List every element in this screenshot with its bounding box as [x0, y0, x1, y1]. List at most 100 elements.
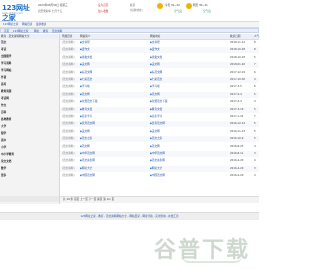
- row-directory[interactable]: [范文资料]: [62, 41, 74, 44]
- sidebar-item[interactable]: 出国留学: [1, 55, 11, 58]
- row-count: 7: [254, 115, 256, 118]
- row-url-link[interactable]: 中华范文网: [150, 152, 165, 156]
- row-directory[interactable]: [范文资料]: [62, 137, 74, 140]
- row-directory[interactable]: [范文资料]: [62, 71, 74, 74]
- row-title-link[interactable]: 中国范文网: [80, 174, 95, 178]
- row-title-link[interactable]: 美文网: [80, 130, 90, 134]
- row-directory[interactable]: [范文资料]: [62, 174, 74, 177]
- row-directory[interactable]: [范文资料]: [62, 108, 74, 111]
- sidebar-item[interactable]: 高中: [1, 139, 6, 142]
- row-title-link[interactable]: 范文之家: [80, 137, 92, 141]
- row-url-link[interactable]: 范文先生网: [150, 159, 165, 163]
- breadcrumb-home[interactable]: 首页: [4, 30, 9, 33]
- row-title-link[interactable]: 好范文网: [80, 71, 92, 75]
- row-directory[interactable]: [范文资料]: [62, 152, 74, 155]
- row-title-link[interactable]: 学习啦: [80, 85, 90, 89]
- row-title-link[interactable]: 教育文档: [80, 108, 92, 112]
- sidebar-item[interactable]: 范文: [1, 41, 6, 44]
- nav-item-latest[interactable]: 最新收录: [36, 23, 46, 26]
- row-count: 5: [254, 92, 256, 96]
- sidebar-item[interactable]: 外语: [1, 76, 6, 79]
- sidebar-item[interactable]: 学习资料: [1, 62, 11, 65]
- row-directory[interactable]: [范文资料]: [62, 48, 74, 51]
- row-title-link[interactable]: 范文网: [80, 145, 90, 149]
- sidebar-item[interactable]: 作文: [1, 104, 6, 107]
- row-url-link[interactable]: 美文网: [150, 130, 160, 134]
- pager-text[interactable]: 共 19 条 首页 上一页 下一页 尾页 第 1/1 页: [63, 198, 114, 201]
- row-url-link[interactable]: 七彩范文: [150, 78, 162, 82]
- row-title-link[interactable]: 七彩范文: [80, 78, 92, 82]
- row-directory[interactable]: [范文资料]: [62, 93, 74, 96]
- sidebar-item[interactable]: 百科: [1, 111, 6, 114]
- row-url-link[interactable]: 美文网: [150, 63, 160, 67]
- row-url-link[interactable]: 自主学习: [150, 115, 162, 119]
- row-url-link[interactable]: 爱作文: [150, 48, 160, 52]
- row-directory[interactable]: [范文资料]: [62, 167, 74, 170]
- top-nav: 123网址之家 网站目录 最新收录: [0, 21, 259, 28]
- sidebar-item[interactable]: 各地教育: [1, 118, 11, 121]
- row-url-link[interactable]: 豪俊文档: [150, 56, 162, 60]
- sidebar-item[interactable]: 学习网站: [1, 69, 11, 72]
- sidebar-item[interactable]: 大学: [1, 125, 6, 128]
- row-directory[interactable]: [范文资料]: [62, 145, 74, 148]
- sidebar-item[interactable]: 小学: [1, 146, 6, 149]
- breadcrumb-urls[interactable]: 网址: [34, 30, 39, 33]
- row-url-link[interactable]: 文书帮: [150, 41, 160, 45]
- breadcrumb-site[interactable]: 123网址之家: [13, 30, 28, 33]
- row-title-link[interactable]: 自主学习: [80, 115, 92, 119]
- row-count: 5: [254, 107, 256, 111]
- row-url-link[interactable]: 范文之家: [150, 137, 162, 141]
- row-url-link[interactable]: 中国范文网: [150, 174, 165, 178]
- breadcrumb-education[interactable]: 教育: [43, 30, 48, 33]
- site-logo[interactable]: 123网址之家 www.123dm.com: [2, 3, 32, 22]
- row-title-link[interactable]: 豪俊文档: [80, 56, 92, 60]
- sidebar-item[interactable]: 更多: [1, 174, 6, 177]
- row-title-link[interactable]: 文书帮: [80, 41, 90, 45]
- sidebar-item[interactable]: 数学: [1, 167, 6, 170]
- nav-item-directory[interactable]: 网站目录: [22, 23, 32, 26]
- sidebar-item[interactable]: 高考: [1, 83, 6, 86]
- row-url-link[interactable]: 范文网: [150, 93, 160, 97]
- row-date: 2017-4-4: [230, 92, 242, 96]
- row-directory[interactable]: [范文资料]: [62, 56, 74, 59]
- row-url-link[interactable]: 好范文网: [150, 71, 162, 75]
- row-url-link[interactable]: 网址大全: [150, 167, 162, 171]
- sidebar-item[interactable]: 考试: [1, 48, 6, 51]
- row-directory[interactable]: [范文资料]: [62, 122, 74, 125]
- set-home-link[interactable]: 设为首页: [98, 4, 108, 7]
- row-title-link[interactable]: 爱作文: [80, 48, 90, 52]
- row-title-link[interactable]: 中华范文网: [80, 152, 95, 156]
- nav-item-home[interactable]: 123网址之家: [3, 23, 18, 26]
- row-directory[interactable]: [范文资料]: [62, 130, 74, 133]
- row-count: 6: [254, 70, 256, 74]
- sidebar-item[interactable]: 论文文档: [1, 160, 11, 163]
- row-title-link[interactable]: 免费范文下载: [80, 100, 98, 104]
- row-url-link[interactable]: 免费范文下载: [150, 100, 168, 104]
- row-url-link[interactable]: 教育文档: [150, 108, 162, 112]
- row-title-link[interactable]: 优秀范文网: [80, 122, 95, 126]
- row-title-link[interactable]: 范文网: [80, 93, 90, 97]
- row-directory[interactable]: [范文资料]: [62, 159, 74, 162]
- row-date: 2018-11-14: [230, 41, 246, 44]
- table-row: [范文资料] 好范文网 好范文网 2017-12-19 6: [60, 70, 259, 76]
- table-row: [范文资料] 七彩范文 七彩范文 2017-10-30 4: [60, 77, 259, 83]
- row-directory[interactable]: [范文资料]: [62, 85, 74, 88]
- row-url-link[interactable]: 范文网: [150, 145, 160, 149]
- row-title-link[interactable]: 网址大全: [80, 167, 92, 171]
- sidebar-item[interactable]: 考试网: [1, 97, 9, 100]
- sidebar-item[interactable]: 留学: [1, 132, 6, 135]
- sidebar-item[interactable]: 教育资源: [1, 90, 11, 93]
- row-title-link[interactable]: 范文先生网: [80, 159, 95, 163]
- add-favorite-link[interactable]: 加入收藏: [98, 10, 108, 13]
- row-directory[interactable]: [范文资料]: [62, 63, 74, 66]
- footer-links[interactable]: 123网址之家 - 教育 - 范文资料网站大全 - 网站目录 - 网址导航 - …: [0, 215, 259, 218]
- row-url-link[interactable]: 优秀范文网: [150, 122, 165, 126]
- table-row: [范文资料] 范文网 范文网 2017-4-4 5: [60, 91, 259, 98]
- row-directory[interactable]: [范文资料]: [62, 78, 74, 81]
- row-title-link[interactable]: 美文网: [80, 63, 90, 67]
- switch-city-link[interactable]: [切换城市]: [130, 9, 142, 12]
- row-directory[interactable]: [范文资料]: [62, 115, 74, 118]
- sidebar-item[interactable]: 中小学教育: [1, 153, 14, 156]
- row-directory[interactable]: [范文资料]: [62, 100, 74, 103]
- row-url-link[interactable]: 学习啦: [150, 85, 160, 89]
